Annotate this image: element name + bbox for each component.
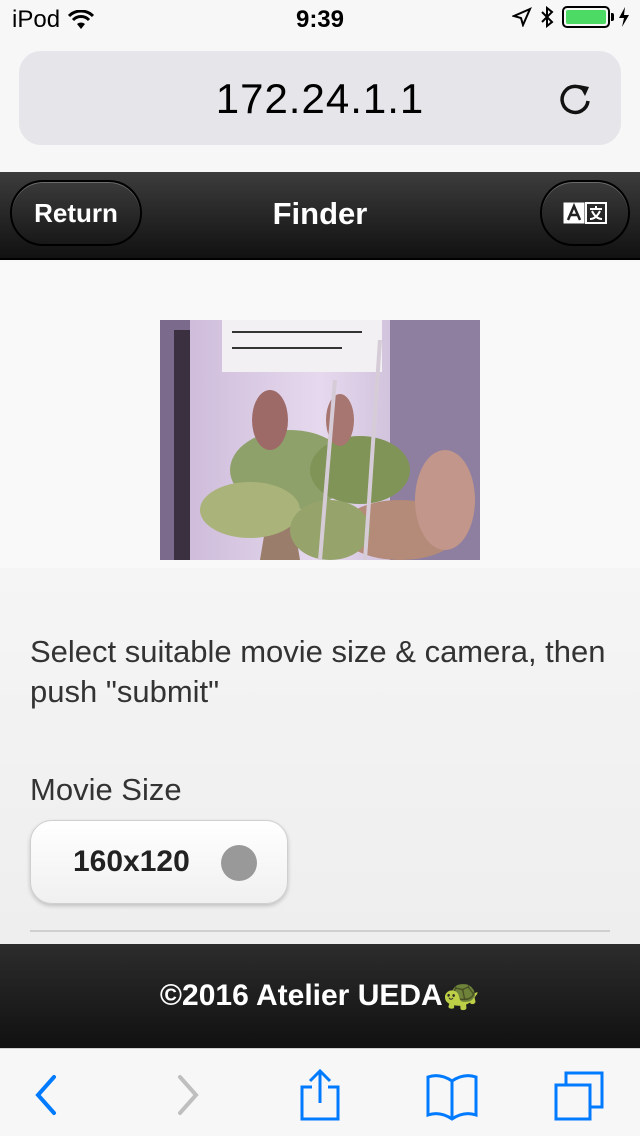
- page-footer: ©2016 Atelier UEDA🐢: [0, 944, 640, 1048]
- translate-button[interactable]: [540, 180, 630, 246]
- instructions-text: Select suitable movie size & camera, the…: [30, 634, 606, 709]
- bluetooth-icon: [541, 6, 554, 28]
- back-icon[interactable]: [20, 1069, 76, 1121]
- movie-size-select[interactable]: 160x120: [30, 820, 288, 904]
- browser-toolbar: [0, 1048, 640, 1136]
- location-icon: [512, 7, 532, 27]
- address-bar[interactable]: 172.24.1.1: [19, 51, 621, 145]
- battery-icon: [562, 6, 614, 28]
- forward-icon[interactable]: [158, 1069, 214, 1121]
- status-right: [512, 6, 630, 28]
- copyright-text: ©2016 Atelier UEDA🐢: [159, 979, 481, 1012]
- movie-size-label: Movie Size: [30, 772, 182, 807]
- translate-icon: [563, 202, 607, 224]
- divider: [30, 930, 610, 932]
- reload-icon[interactable]: [555, 79, 595, 119]
- tabs-icon[interactable]: [552, 1069, 608, 1121]
- status-bar: iPod 9:39: [0, 0, 640, 40]
- camera-preview-image: [160, 320, 480, 560]
- movie-size-value: 160x120: [73, 845, 190, 878]
- settings-panel: Select suitable movie size & camera, the…: [0, 568, 640, 944]
- camera-preview-area: [0, 262, 640, 568]
- bookmarks-icon[interactable]: [424, 1069, 480, 1121]
- url-text[interactable]: 172.24.1.1: [19, 75, 621, 123]
- app-navbar: Return Finder: [0, 172, 640, 260]
- select-indicator-icon: [221, 845, 257, 881]
- share-icon[interactable]: [292, 1069, 348, 1121]
- charging-icon: [619, 7, 629, 27]
